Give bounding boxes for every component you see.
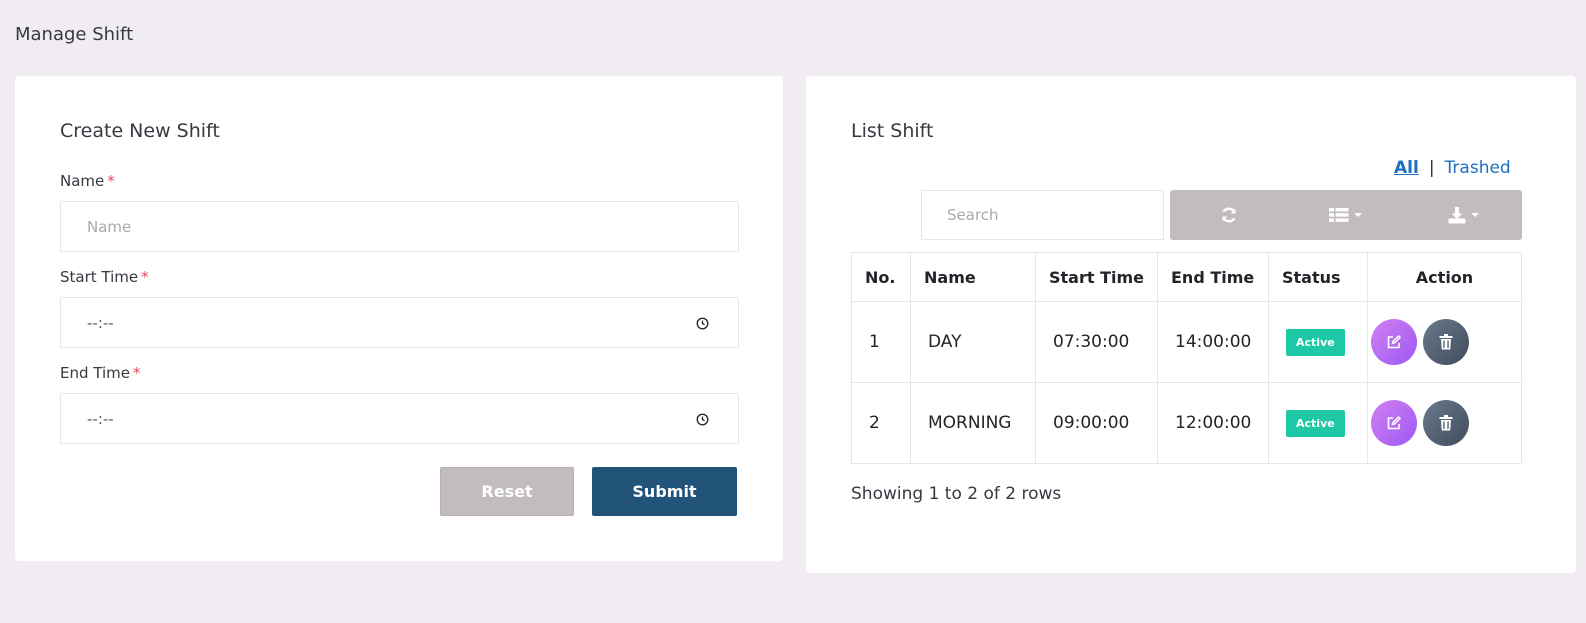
column-header-action: Action: [1367, 252, 1522, 302]
end-time-input[interactable]: --:--: [60, 393, 739, 444]
search-input[interactable]: Search: [921, 190, 1164, 240]
edit-icon: [1387, 415, 1402, 430]
name-input[interactable]: Name: [60, 201, 739, 252]
table-row: 2 MORNING 09:00:00 12:00:00 Active: [851, 382, 1522, 464]
refresh-icon: [1221, 207, 1236, 223]
clock-icon[interactable]: [696, 317, 709, 330]
clock-icon[interactable]: [696, 413, 709, 426]
status-badge: Active: [1286, 409, 1345, 437]
refresh-button[interactable]: [1170, 190, 1287, 240]
cell-action: [1367, 382, 1522, 464]
end-time-value: --:--: [87, 409, 114, 428]
filter-all-link[interactable]: All: [1394, 158, 1419, 178]
name-label-text: Name: [60, 172, 105, 190]
filter-trashed-link[interactable]: Trashed: [1445, 158, 1511, 178]
cell-no: 1: [851, 301, 911, 383]
column-header-status[interactable]: Status: [1268, 252, 1368, 302]
required-mark: *: [107, 172, 115, 190]
cell-status: Active: [1268, 382, 1368, 464]
download-icon: [1448, 206, 1466, 223]
search-placeholder: Search: [947, 206, 999, 224]
cell-start-time: 09:00:00: [1035, 382, 1158, 464]
table-header-row: No. Name Start Time End Time Status Acti…: [851, 252, 1522, 302]
name-label: Name *: [60, 172, 115, 190]
pagination-info: Showing 1 to 2 of 2 rows: [851, 484, 1062, 504]
column-header-start-time[interactable]: Start Time: [1035, 252, 1158, 302]
cell-name: DAY: [910, 301, 1036, 383]
cell-status: Active: [1268, 301, 1368, 383]
list-shift-card: List Shift All | Trashed Search No. Name…: [806, 76, 1576, 573]
chevron-down-icon: [1354, 213, 1363, 217]
start-time-label: Start Time *: [60, 268, 149, 286]
edit-icon: [1387, 334, 1402, 349]
start-time-label-text: Start Time: [60, 268, 139, 286]
export-button[interactable]: [1405, 190, 1522, 240]
start-time-input[interactable]: --:--: [60, 297, 739, 348]
reset-button[interactable]: Reset: [440, 467, 574, 516]
start-time-value: --:--: [87, 313, 114, 332]
cell-no: 2: [851, 382, 911, 464]
list-shift-title: List Shift: [851, 120, 934, 142]
cell-end-time: 14:00:00: [1157, 301, 1269, 383]
create-shift-card: Create New Shift Name * Name Start Time * …: [15, 76, 783, 561]
status-badge: Active: [1286, 328, 1345, 356]
cell-end-time: 12:00:00: [1157, 382, 1269, 464]
required-mark: *: [141, 268, 149, 286]
trash-icon: [1439, 334, 1453, 350]
delete-button[interactable]: [1423, 319, 1469, 365]
create-shift-title: Create New Shift: [60, 120, 220, 142]
chevron-down-icon: [1470, 213, 1479, 217]
shift-table: No. Name Start Time End Time Status Acti…: [851, 252, 1522, 464]
required-mark: *: [132, 364, 141, 382]
cell-name: MORNING: [910, 382, 1036, 464]
name-input-placeholder: Name: [87, 217, 132, 236]
delete-button[interactable]: [1423, 400, 1469, 446]
trash-icon: [1439, 415, 1453, 431]
filter-separator: |: [1428, 158, 1435, 178]
edit-button[interactable]: [1371, 319, 1417, 365]
end-time-label-text: End Time: [60, 364, 130, 382]
table-toolbar: [1170, 190, 1522, 240]
edit-button[interactable]: [1371, 400, 1417, 446]
submit-button[interactable]: Submit: [592, 467, 737, 516]
columns-icon: [1329, 208, 1349, 222]
table-row: 1 DAY 07:30:00 14:00:00 Active: [851, 301, 1522, 383]
filter-links: All | Trashed: [1394, 158, 1511, 178]
column-header-no[interactable]: No.: [851, 252, 911, 302]
columns-button[interactable]: [1287, 190, 1404, 240]
cell-start-time: 07:30:00: [1035, 301, 1158, 383]
end-time-label: End Time *: [60, 364, 140, 382]
cell-action: [1367, 301, 1522, 383]
column-header-end-time[interactable]: End Time: [1157, 252, 1269, 302]
page-title: Manage Shift: [15, 24, 134, 45]
column-header-name[interactable]: Name: [910, 252, 1036, 302]
